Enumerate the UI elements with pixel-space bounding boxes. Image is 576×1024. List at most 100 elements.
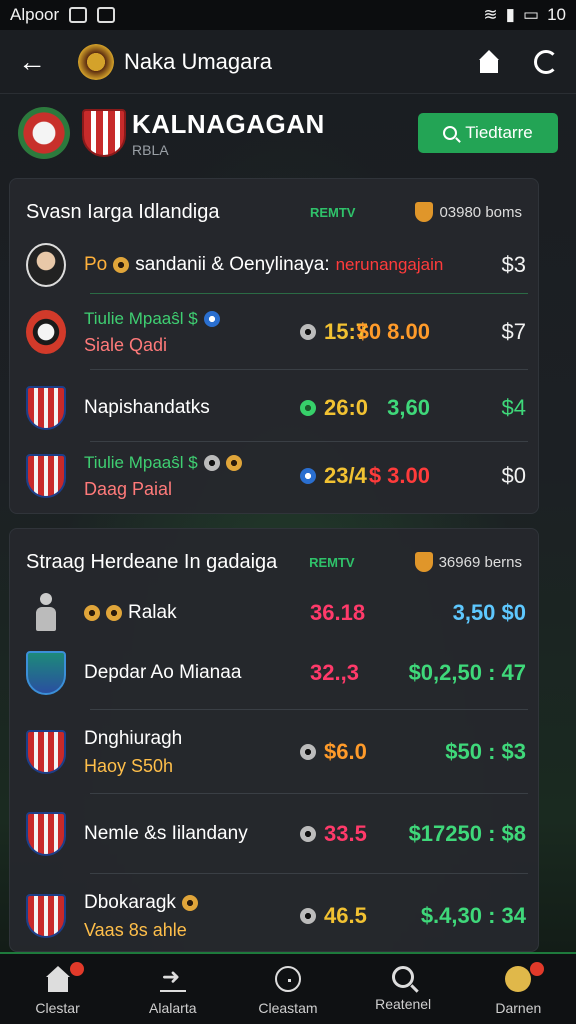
row-time-value: 46.5 (324, 903, 367, 928)
team-crest (26, 651, 66, 695)
list-item[interactable]: Napishandatks 26:0 3,60 $4 (10, 377, 540, 439)
row-label: Nemle &s Iilandany (84, 823, 248, 844)
nav-label: Clestar (35, 1000, 80, 1016)
list-item[interactable]: Tiulie Mpaaŝl $ Siale Qadi 15:7 $0 8.00 … (10, 297, 540, 367)
ball-icon (300, 744, 316, 760)
status-bar: Alpoor ≋ ▮ ▭ 10 (0, 0, 576, 30)
notification-badge (530, 962, 545, 976)
divider (90, 873, 528, 874)
team-header: KALNAGAGAN RBLA Tiedtarre (0, 100, 576, 166)
user-icon (505, 966, 532, 992)
list-item[interactable]: Nemle &s Iilandany 33.5 $17250 : $8 (10, 803, 540, 865)
avatar (26, 243, 66, 287)
refresh-icon[interactable] (534, 49, 558, 74)
row-time: 23/4 (300, 463, 367, 489)
row-price: $.4,30 : 34 (420, 903, 526, 928)
list-item[interactable]: Ralak 36.18 3,50 $0 (10, 585, 540, 641)
row-label: Dbokaragk (84, 891, 176, 913)
clock-icon (274, 966, 301, 992)
ball-icon (113, 257, 130, 273)
row-time: $6.0 (300, 739, 367, 765)
ball-icon (300, 324, 316, 340)
team-crest (82, 109, 126, 157)
ball-icon (106, 605, 122, 621)
follow-button[interactable]: Tiedtarre (418, 113, 558, 153)
nav-item-darnen[interactable]: Darnen (468, 962, 568, 1016)
notification-icon (69, 7, 88, 23)
card-points-label: 03980 boms (439, 203, 522, 221)
divider (90, 369, 528, 370)
list-item[interactable]: Tiulie Mpaaŝl $ Daag Paial 23/4 $ 3.00 $… (10, 441, 540, 511)
nav-item-clestar[interactable]: Clestar (8, 962, 108, 1016)
ball-icon (300, 826, 316, 842)
ball-icon (225, 454, 242, 471)
list-item[interactable]: Dnghiuragh Haoy S50h $6.0 $50 : $3 (10, 717, 540, 787)
row-time-value: 26:0 (324, 395, 369, 420)
notification-badge (69, 962, 84, 976)
row-price: $17250 : $8 (408, 821, 526, 846)
ball-icon (84, 605, 100, 621)
divider (90, 293, 528, 294)
divider (90, 709, 528, 710)
app-title: Naka Umagara (124, 48, 272, 74)
row-time: 33.5 (300, 821, 367, 847)
player-icon (26, 591, 66, 635)
nav-label: Darnen (495, 1000, 542, 1016)
nav-item-alalarta[interactable]: Alalarta (123, 964, 223, 1016)
row-price: $ 3.00 (368, 463, 430, 488)
search-icon (392, 966, 415, 988)
row-label: Siale Qadi (84, 334, 168, 355)
card-tag[interactable]: REMTV (310, 205, 356, 220)
row-time-value: 33.5 (324, 821, 367, 846)
row-price: $50 : $3 (445, 739, 526, 764)
row-price: 3,60 (387, 395, 430, 420)
card-title: Svasn Iarga Idlandiga (26, 200, 220, 223)
list-item[interactable]: Depdar Ao Mianaa 32.,3 $0,2,50 : 47 (10, 643, 540, 703)
follow-button-label: Tiedtarre (465, 123, 533, 142)
ball-icon (300, 400, 316, 416)
app-bar: ← Naka Umagara (0, 30, 576, 94)
list-item[interactable]: Po sandanii & Oenylinaya: nerunangajain … (10, 237, 540, 293)
team-subtitle: RBLA (132, 141, 169, 158)
row-label: Po (84, 254, 108, 275)
row-label: Depdar Ao Mianaa (84, 662, 242, 683)
bottom-nav: Clestar Alalarta Cleastam Reatenel Darne… (0, 952, 576, 1024)
shield-icon (415, 202, 434, 222)
row-end-value: $3 (501, 252, 526, 277)
share-icon (159, 964, 186, 992)
team-crest (26, 730, 66, 774)
row-end-value: $7 (501, 319, 526, 344)
card-header: Svasn Iarga Idlandiga REMTV 03980 boms (10, 179, 538, 245)
team-crest (26, 812, 66, 856)
search-icon (443, 126, 458, 140)
nav-label: Cleastam (258, 1000, 318, 1016)
card-points: 36969 berns (414, 552, 522, 572)
row-time-value: 32.,3 (310, 660, 359, 685)
row-time: 26:0 (300, 395, 368, 421)
row-label: Ralak (128, 602, 177, 623)
row-price: 3,50 $0 (452, 600, 526, 625)
row-end-value: $4 (501, 395, 526, 420)
team-crest (26, 310, 66, 354)
card-tag[interactable]: REMTV (309, 555, 355, 570)
battery-icon: ▭ (523, 5, 540, 24)
league-crest (18, 107, 70, 159)
row-sublabel: Vaas 8s ahle (84, 919, 187, 940)
row-price: $0,2,50 : 47 (408, 660, 526, 685)
home-icon[interactable] (478, 49, 500, 73)
row-top-label: Tiulie Mpaaŝl $ (84, 308, 198, 328)
nav-item-reatenel[interactable]: Reatenel (353, 966, 453, 1012)
ball-icon (300, 908, 316, 924)
fixtures-card: Svasn Iarga Idlandiga REMTV 03980 boms P… (9, 178, 539, 514)
team-crest (26, 894, 66, 938)
list-item[interactable]: Dbokaragk Vaas 8s ahle 46.5 $.4,30 : 34 (10, 881, 540, 951)
row-price: $0 8.00 (356, 319, 430, 344)
row-label-highlight: nerunangajain (335, 255, 444, 274)
nav-item-cleastam[interactable]: Cleastam (238, 966, 338, 1016)
signal-icon: ▮ (505, 5, 516, 24)
team-name: KALNAGAGAN (132, 108, 325, 139)
home-icon (45, 966, 71, 992)
carrier-label: Alpoor (10, 5, 60, 24)
card-points-label: 36969 berns (438, 553, 522, 571)
back-arrow-icon[interactable]: ← (18, 46, 58, 78)
